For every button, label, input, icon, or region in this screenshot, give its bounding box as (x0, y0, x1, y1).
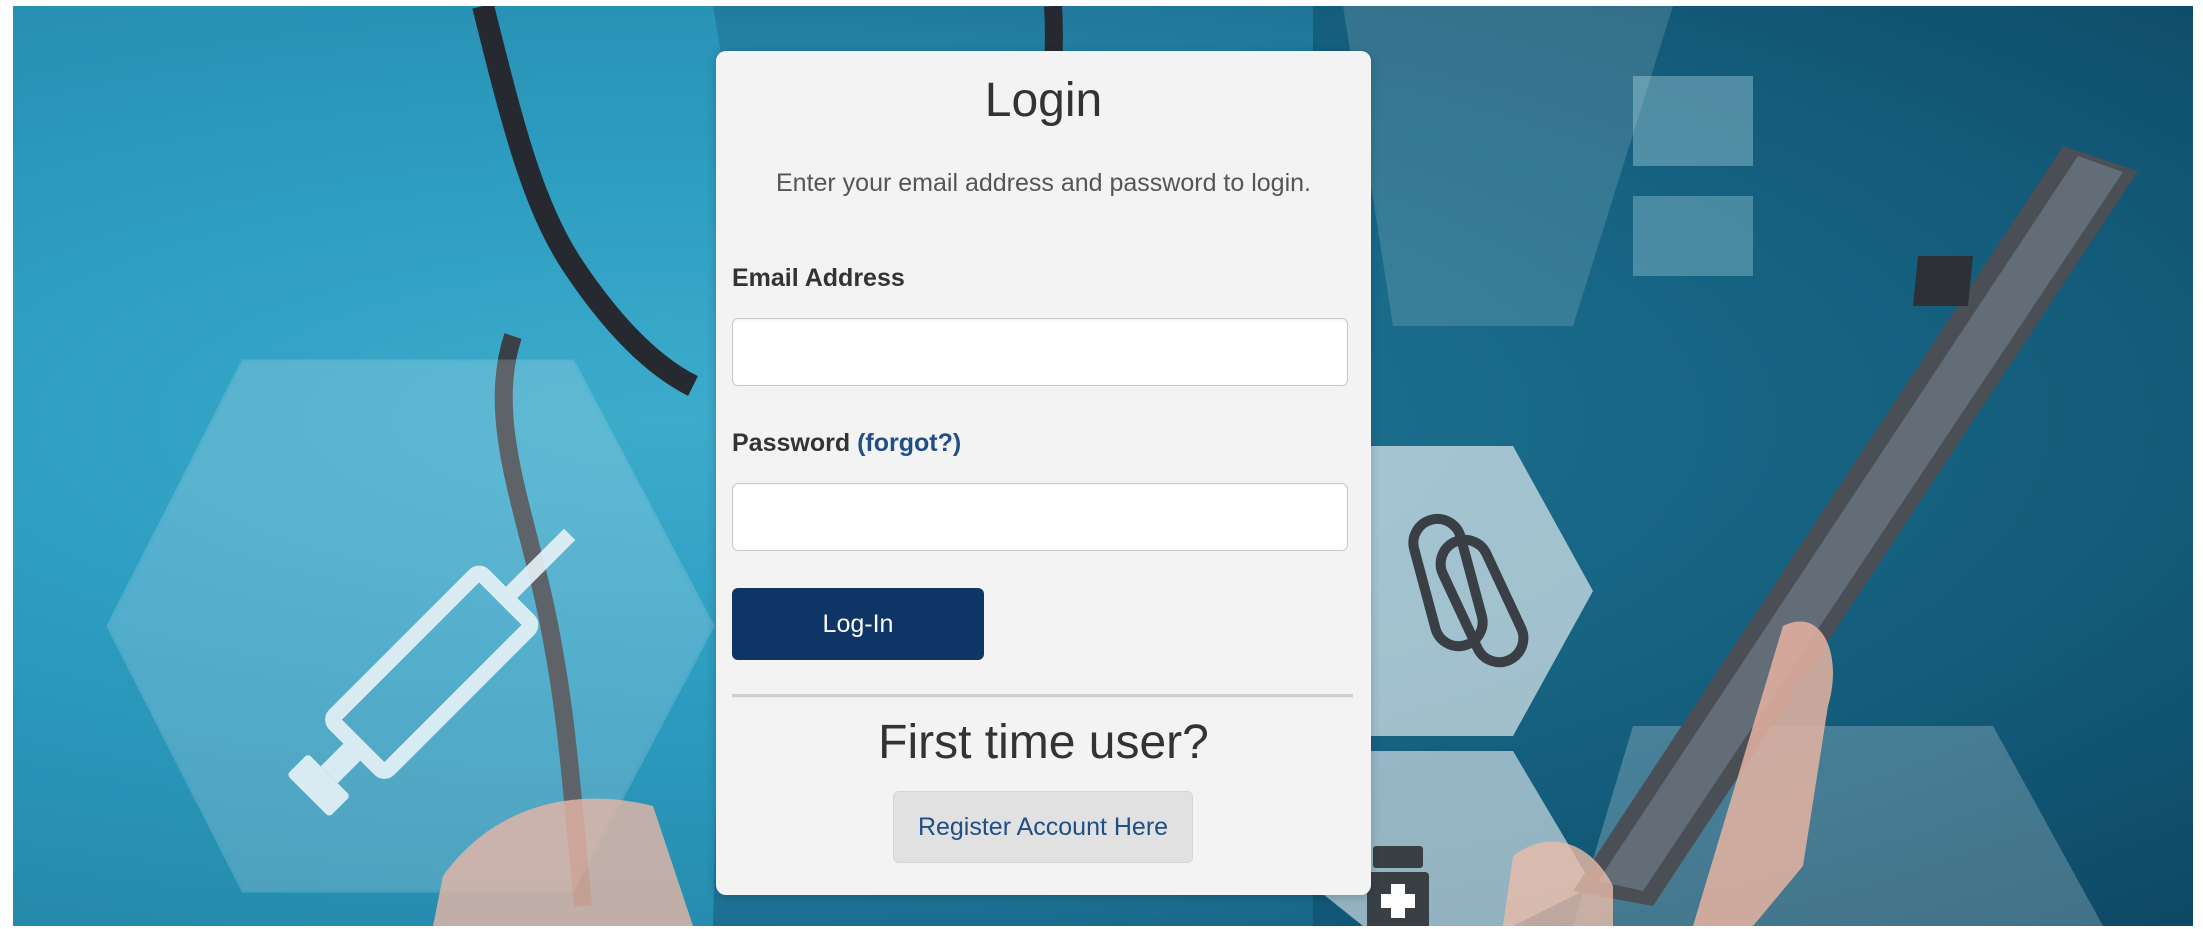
login-panel: Login Enter your email address and passw… (716, 51, 1371, 895)
login-subtitle: Enter your email address and password to… (775, 169, 1311, 197)
login-title: Login (984, 74, 1103, 127)
password-field[interactable] (732, 483, 1348, 551)
light-spot (1633, 76, 1753, 166)
password-label-text: Password (732, 429, 851, 457)
light-spot (1633, 196, 1753, 276)
divider (732, 694, 1353, 698)
forgot-password-link[interactable]: (forgot?) (857, 429, 961, 457)
first-time-user-heading: First time user? (878, 716, 1209, 769)
login-button[interactable]: Log-In (732, 588, 984, 660)
tablet-clip (1913, 256, 1973, 306)
password-label: Password (forgot?) (732, 429, 961, 458)
email-label-text: Email Address (732, 264, 905, 292)
register-account-button[interactable]: Register Account Here (893, 791, 1193, 863)
medicine-bottle-icon (1367, 846, 1429, 926)
email-label: Email Address (732, 264, 905, 293)
email-field[interactable] (732, 318, 1348, 386)
background-photo: Login Enter your email address and passw… (13, 6, 2193, 926)
